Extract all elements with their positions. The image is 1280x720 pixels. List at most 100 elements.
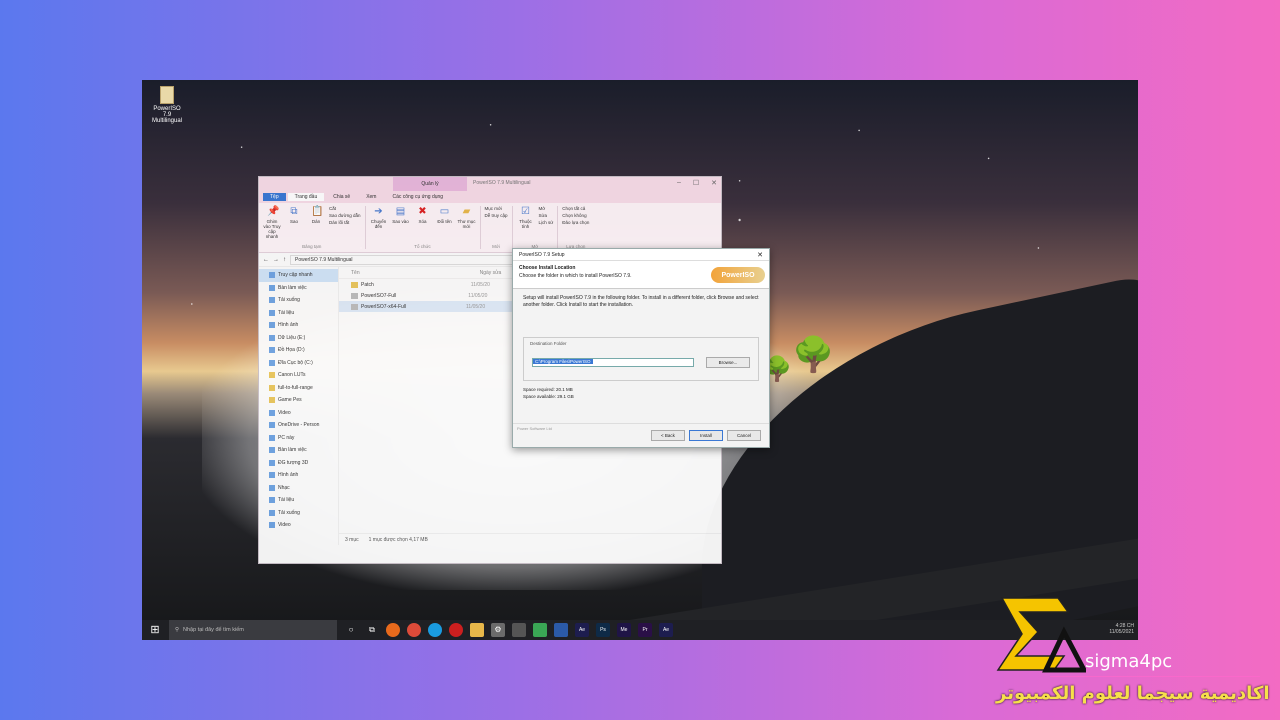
photoshop-icon[interactable]: Ps [596, 623, 610, 637]
after-effects-icon[interactable]: Ae [659, 623, 673, 637]
folder-icon: ▰ [462, 206, 471, 217]
minimize-icon[interactable]: – [677, 179, 681, 187]
file-icon [351, 303, 358, 310]
group-label: Mới [492, 244, 500, 249]
close-icon[interactable]: ✕ [757, 251, 763, 259]
copy-to-button[interactable]: ▤ Sao vào [392, 206, 410, 229]
cortana-icon[interactable]: ○ [344, 623, 358, 637]
brand-site: sigma4pc [1085, 651, 1173, 672]
maximize-icon[interactable]: ☐ [693, 179, 699, 187]
destination-input[interactable]: C:\Program Files\PowerISO [532, 358, 694, 367]
nav-label: Tài liệu [278, 497, 295, 504]
nav-item-this-pc[interactable]: PC này [259, 432, 338, 445]
nav-item[interactable]: Đồ Họa (D:) [259, 344, 338, 357]
copy-path-button[interactable]: Sao đường dẫn [329, 213, 361, 218]
new-folder-button[interactable]: ▰ Thư mục mới [458, 206, 476, 229]
nav-item[interactable]: Canon LUTs [259, 369, 338, 382]
paste-button[interactable]: 📋 Dán [307, 206, 325, 239]
history-button[interactable]: Lịch sử [539, 220, 554, 225]
select-all-button[interactable]: Chọn tất cả [562, 206, 589, 211]
status-bar: 3 mục 1 mục được chọn 4,17 MB [339, 533, 721, 545]
cancel-button[interactable]: Cancel [727, 430, 761, 441]
space-info: Space required: 20.1 MB Space available:… [513, 381, 769, 407]
search-icon: ⚲ [175, 627, 180, 633]
pin-button[interactable]: 📌 Ghim vào Truy cập nhanh [263, 206, 281, 239]
tab-home[interactable]: Trang đầu [287, 193, 325, 201]
column-date[interactable]: Ngày sửa [480, 270, 502, 276]
capture-icon[interactable] [554, 623, 568, 637]
camtasia-icon[interactable] [533, 623, 547, 637]
dialog-subheading: Choose the folder in which to install Po… [519, 273, 632, 279]
nav-item[interactable]: full-to-full-range [259, 382, 338, 395]
edit-button[interactable]: Sửa [539, 213, 554, 218]
status-selection: 1 mục được chọn 4,17 MB [368, 536, 428, 543]
settings-icon[interactable]: ⚙ [491, 623, 505, 637]
edge-icon[interactable] [428, 623, 442, 637]
cut-button[interactable]: Cắt [329, 206, 361, 211]
nav-item[interactable]: Hình ảnh [259, 469, 338, 482]
sigma-logo-icon [996, 597, 1086, 673]
after-effects-icon[interactable]: Ae [575, 623, 589, 637]
rename-button[interactable]: ▭ Đổi tên [436, 206, 454, 229]
file-name: PowerISO7-x64-Full [361, 303, 407, 310]
nav-item[interactable]: Tải xuống [259, 294, 338, 307]
space-required: Space required: 20.1 MB [523, 387, 573, 392]
tab-share[interactable]: Chia sẻ [326, 193, 357, 201]
forward-icon[interactable]: → [273, 257, 279, 263]
select-none-button[interactable]: Chọn không [562, 213, 589, 218]
media-encoder-icon[interactable]: Me [617, 623, 631, 637]
pin-label: Ghim vào Truy cập nhanh [263, 219, 281, 239]
nav-item[interactable]: ĐG tượng 3D [259, 457, 338, 470]
nav-item[interactable]: Bàn làm việc [259, 444, 338, 457]
context-tab[interactable]: Quản lý [393, 177, 467, 191]
browse-button[interactable]: Browse... [706, 357, 750, 368]
windows-start-icon[interactable]: ⊞ [148, 623, 162, 637]
dialog-titlebar: PowerISO 7.9 Setup ✕ [513, 249, 769, 261]
system-clock[interactable]: 4:28 CH 11/05/2021 [1109, 623, 1134, 635]
back-icon[interactable]: ← [263, 257, 269, 263]
firefox-icon[interactable] [386, 623, 400, 637]
nav-item-onedrive[interactable]: OneDrive - Person [259, 419, 338, 432]
nav-label: Bàn làm việc [278, 284, 307, 291]
premiere-icon[interactable]: Pr [638, 623, 652, 637]
nav-item-quick-access[interactable]: Truy cập nhanh [259, 269, 338, 282]
file-explorer-icon[interactable] [470, 623, 484, 637]
nav-item[interactable]: Bàn làm việc [259, 282, 338, 295]
easy-access-button[interactable]: Dễ truy cập [485, 213, 508, 218]
nav-item[interactable]: Tài liệu [259, 307, 338, 320]
nav-item[interactable]: Nhạc [259, 482, 338, 495]
properties-button[interactable]: ☑ Thuộc tính [517, 206, 535, 229]
task-view-icon[interactable]: ⧉ [365, 623, 379, 637]
up-icon[interactable]: ↑ [283, 257, 286, 263]
nav-item[interactable]: Video [259, 407, 338, 420]
invert-selection-button[interactable]: Đảo lựa chọn [562, 220, 589, 225]
delete-button[interactable]: ✖ Xóa [414, 206, 432, 229]
new-item-button[interactable]: Mục mới [485, 206, 508, 211]
back-button[interactable]: < Back [651, 430, 685, 441]
move-to-button[interactable]: ➔ Chuyển đến [370, 206, 388, 229]
install-button[interactable]: Install [689, 430, 723, 441]
nav-item[interactable]: Hình ảnh [259, 319, 338, 332]
taskbar-search[interactable]: ⚲ Nhập tại đây để tìm kiếm [169, 620, 337, 640]
computer-icon [269, 434, 275, 441]
nav-item[interactable]: Dữ Liệu (E:) [259, 332, 338, 345]
tab-app-tools[interactable]: Các công cụ ứng dụng [385, 193, 450, 201]
chrome-icon[interactable] [407, 623, 421, 637]
nav-item[interactable]: Video [259, 519, 338, 532]
tab-view[interactable]: Xem [359, 193, 383, 201]
nav-item[interactable]: Đĩa Cục bộ (C:) [259, 357, 338, 370]
paste-shortcut-button[interactable]: Dán lối tắt [329, 220, 361, 225]
app-icon[interactable] [512, 623, 526, 637]
open-button[interactable]: Mở [539, 206, 554, 211]
close-icon[interactable]: ✕ [711, 179, 717, 187]
copy-button[interactable]: ⧉ Sao [285, 206, 303, 239]
nav-item[interactable]: Game Pes [259, 394, 338, 407]
document-icon [269, 309, 275, 316]
desktop-icon-poweriso[interactable]: PowerISO 7.9 Multilingual [152, 86, 182, 124]
dialog-footer: Power Software Ltd < Back Install Cancel [513, 423, 769, 447]
nav-item[interactable]: Tài liệu [259, 494, 338, 507]
tab-file[interactable]: Tệp [263, 193, 286, 201]
column-name[interactable]: Tên [351, 270, 360, 276]
nav-item[interactable]: Tải xuống [259, 507, 338, 520]
opera-icon[interactable] [449, 623, 463, 637]
